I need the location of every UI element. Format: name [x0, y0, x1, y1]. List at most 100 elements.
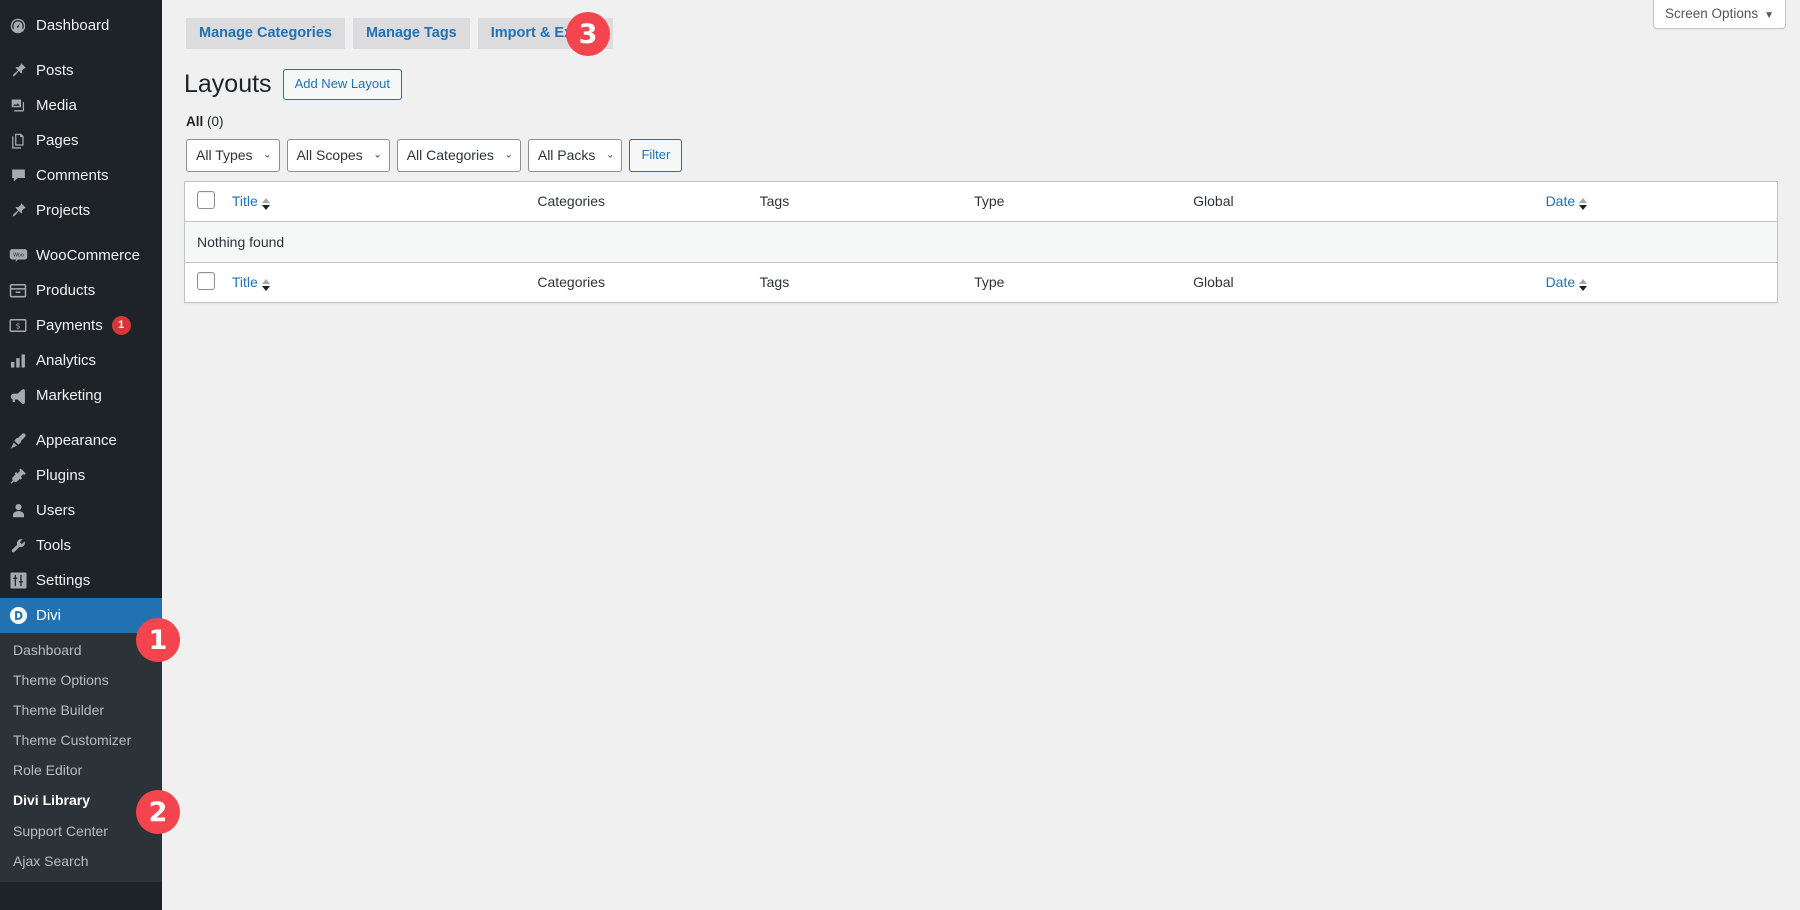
settings-icon: [0, 572, 36, 589]
sidebar-item-marketing[interactable]: Marketing: [0, 378, 162, 413]
select-all-footer-header: [184, 261, 222, 303]
sidebar-item-users[interactable]: Users: [0, 493, 162, 528]
submenu-item-theme-customizer[interactable]: Theme Customizer: [0, 725, 162, 755]
submenu-item-role-editor[interactable]: Role Editor: [0, 755, 162, 785]
select-all-checkbox[interactable]: [197, 190, 215, 209]
page-title-row: Layouts Add New Layout: [184, 68, 1778, 101]
sort-indicator-icon: [261, 197, 270, 210]
table-header-row: Title Categories Tags Type Global Date: [184, 181, 1778, 222]
screen-options-button[interactable]: Screen Options ▼: [1653, 0, 1786, 29]
sidebar-item-dashboard[interactable]: Dashboard: [0, 8, 162, 43]
screen-options-label: Screen Options: [1665, 6, 1759, 21]
divi-icon: [0, 606, 36, 625]
sidebar-item-label: Analytics: [36, 352, 97, 369]
category-filter-wrap: All Categories ⌄: [396, 138, 521, 172]
page-title: Layouts: [184, 70, 272, 99]
sidebar-item-analytics[interactable]: Analytics: [0, 343, 162, 378]
sort-date-link-footer[interactable]: Date: [1546, 274, 1576, 290]
sidebar-item-tools[interactable]: Tools: [0, 528, 162, 563]
submenu-item-ajax-search[interactable]: Ajax Search: [0, 846, 162, 876]
pin-icon: [0, 62, 36, 79]
empty-state-message: Nothing found: [184, 221, 1778, 263]
table-foot: Title Categories Tags Type Global Date: [184, 261, 1778, 303]
user-icon: [0, 502, 36, 519]
sidebar-item-label: Users: [36, 502, 76, 519]
tab-manage-tags[interactable]: Manage Tags: [352, 18, 470, 50]
annotation-badge-3: 3: [566, 12, 610, 56]
sidebar-item-woocommerce[interactable]: Woo WooCommerce: [0, 238, 162, 273]
submenu-item-theme-builder[interactable]: Theme Builder: [0, 695, 162, 725]
column-footer-title[interactable]: Title: [221, 261, 528, 303]
chevron-down-icon: ▼: [1764, 10, 1774, 21]
column-header-tags: Tags: [749, 181, 965, 222]
sort-title-link[interactable]: Title: [232, 193, 258, 209]
svg-text:Woo: Woo: [13, 253, 24, 259]
woo-icon: Woo: [0, 248, 36, 263]
submenu-item-theme-options[interactable]: Theme Options: [0, 665, 162, 695]
sidebar-item-label: Projects: [36, 202, 91, 219]
type-filter-wrap: All Types ⌄: [186, 138, 280, 172]
column-header-date[interactable]: Date: [1535, 181, 1778, 222]
sidebar-item-products[interactable]: Products: [0, 273, 162, 308]
pages-icon: [0, 132, 36, 149]
sidebar-item-comments[interactable]: Comments: [0, 158, 162, 193]
column-footer-tags: Tags: [749, 261, 965, 303]
sidebar-item-label: Comments: [36, 167, 109, 184]
megaphone-icon: [0, 387, 36, 404]
filter-button[interactable]: Filter: [629, 139, 683, 172]
sidebar-item-payments[interactable]: $ Payments 1: [0, 308, 162, 343]
annotation-badge-1: 1: [136, 618, 180, 662]
sidebar-item-settings[interactable]: Settings: [0, 563, 162, 598]
sort-date-link[interactable]: Date: [1546, 193, 1576, 209]
tab-manage-categories[interactable]: Manage Categories: [186, 18, 345, 50]
type-filter-select[interactable]: All Types: [186, 138, 280, 172]
sidebar-item-label: Media: [36, 97, 77, 114]
sidebar-item-label: Divi: [36, 607, 61, 624]
column-header-title[interactable]: Title: [221, 181, 528, 222]
view-all-label: All: [186, 113, 204, 129]
sidebar-item-projects[interactable]: Projects: [0, 193, 162, 228]
pack-filter-select[interactable]: All Packs: [527, 138, 623, 172]
sidebar-item-appearance[interactable]: Appearance: [0, 423, 162, 458]
column-footer-date[interactable]: Date: [1535, 261, 1778, 303]
sidebar-item-label: Tools: [36, 537, 72, 554]
table-filter-bar: All Types ⌄ All Scopes ⌄ All Categories …: [186, 138, 1778, 172]
main-content: Screen Options ▼ Manage Categories Manage…: [162, 0, 1800, 910]
sidebar-divider: [0, 43, 162, 53]
sidebar-item-posts[interactable]: Posts: [0, 53, 162, 88]
annotation-badge-2: 2: [136, 790, 180, 834]
admin-sidebar: Dashboard Posts Media Pages Comments Pro…: [0, 0, 162, 910]
pack-filter-wrap: All Packs ⌄: [527, 138, 623, 172]
table-row-empty: Nothing found: [184, 221, 1778, 263]
add-new-layout-button[interactable]: Add New Layout: [282, 69, 402, 101]
select-all-checkbox-footer[interactable]: [197, 271, 215, 290]
column-header-global: Global: [1183, 181, 1536, 222]
sidebar-divider: [0, 413, 162, 423]
svg-text:$: $: [16, 321, 21, 330]
products-icon: [0, 283, 36, 299]
admin-screen: Dashboard Posts Media Pages Comments Pro…: [0, 0, 1800, 910]
sidebar-item-label: Payments: [36, 317, 103, 334]
sidebar-divider: [0, 228, 162, 238]
sort-title-link-footer[interactable]: Title: [232, 274, 258, 290]
views-list: All (0): [186, 114, 1778, 129]
scope-filter-select[interactable]: All Scopes: [286, 138, 390, 172]
column-header-categories: Categories: [527, 181, 750, 222]
pin-icon: [0, 202, 36, 219]
wrench-icon: [0, 537, 36, 555]
view-all-count: (0): [207, 113, 224, 129]
column-footer-categories: Categories: [527, 261, 750, 303]
sidebar-item-divi[interactable]: Divi: [0, 598, 162, 633]
category-filter-select[interactable]: All Categories: [396, 138, 521, 172]
sidebar-item-media[interactable]: Media: [0, 88, 162, 123]
sidebar-item-pages[interactable]: Pages: [0, 123, 162, 158]
table-head: Title Categories Tags Type Global Date: [184, 181, 1778, 222]
sidebar-item-label: Marketing: [36, 387, 102, 404]
dashboard-icon: [0, 17, 36, 35]
sidebar-item-label: WooCommerce: [36, 247, 140, 264]
sidebar-item-label: Pages: [36, 132, 79, 149]
table-footer-row: Title Categories Tags Type Global Date: [184, 261, 1778, 303]
view-all-link[interactable]: All (0): [186, 114, 224, 129]
sidebar-item-plugins[interactable]: Plugins: [0, 458, 162, 493]
sidebar-item-label: Products: [36, 282, 96, 299]
